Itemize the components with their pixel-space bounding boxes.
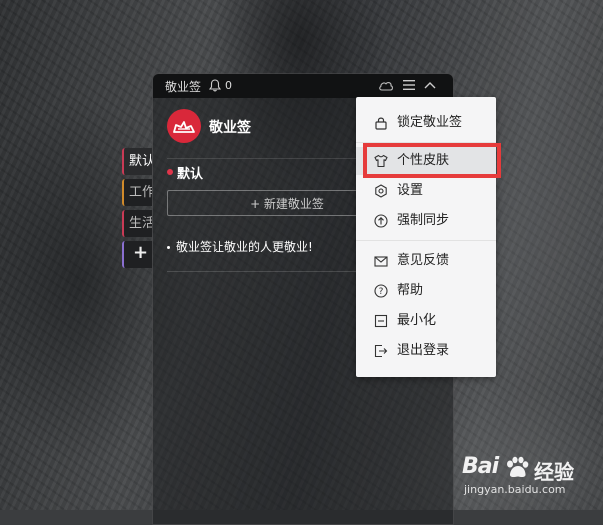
menu-item-help[interactable]: ? 帮助 xyxy=(356,277,496,305)
title-bar: 敬业签 0 xyxy=(153,74,453,98)
menu-item-lock[interactable]: 锁定敬业签 xyxy=(356,109,496,137)
watermark-brand: Bai xyxy=(462,454,499,479)
menu-item-label: 锁定敬业签 xyxy=(397,115,463,130)
menu-item-label: 退出登录 xyxy=(397,343,450,358)
menu-item-label: 最小化 xyxy=(397,313,437,328)
menu-item-label: 意见反馈 xyxy=(397,253,450,268)
gear-icon xyxy=(375,184,387,198)
add-category-label: + xyxy=(133,242,149,263)
menu-item-label: 强制同步 xyxy=(397,213,450,228)
app-logo xyxy=(167,109,201,143)
brand-name: 敬业签 xyxy=(209,120,251,136)
menu-item-logout[interactable]: 退出登录 xyxy=(356,337,496,365)
category-dot xyxy=(167,169,173,175)
sync-up-icon xyxy=(374,214,388,228)
highlight-annotation-box xyxy=(363,143,501,178)
note-text: 敬业签让敬业的人更敬业! xyxy=(176,240,313,254)
side-tab-default[interactable]: 默认 xyxy=(122,148,152,175)
side-tab-life[interactable]: 生活 xyxy=(122,210,152,237)
menu-icon[interactable] xyxy=(403,79,415,91)
category-title: 默认 xyxy=(177,167,204,182)
chevron-up-icon[interactable] xyxy=(424,80,436,90)
note-bullet xyxy=(167,246,170,249)
side-tab-work[interactable]: 工作 xyxy=(122,179,152,206)
help-icon: ? xyxy=(374,284,388,298)
menu-item-sync[interactable]: 强制同步 xyxy=(356,207,496,235)
logo-icon xyxy=(173,121,195,133)
logout-icon xyxy=(374,344,388,358)
side-tab-label: 生活 xyxy=(129,216,152,231)
menu-item-settings[interactable]: 设置 xyxy=(356,177,496,205)
add-category-button[interactable]: + xyxy=(122,241,152,268)
menu-item-label: 帮助 xyxy=(397,283,424,298)
menu-item-feedback[interactable]: 意见反馈 xyxy=(356,247,496,275)
dropdown-menu: 锁定敬业签 个性皮肤 设置 强制同步 意见反馈 ? 帮助 最小化 退出登录 xyxy=(356,97,496,377)
watermark-url: jingyan.baidu.com xyxy=(464,483,566,496)
lock-icon xyxy=(375,117,387,130)
side-tab-label: 工作 xyxy=(129,185,152,200)
svg-text:?: ? xyxy=(379,287,384,297)
mail-icon xyxy=(374,256,388,267)
cloud-sync-icon[interactable] xyxy=(378,79,394,92)
notification-count: 0 xyxy=(225,79,232,92)
minimize-icon xyxy=(374,314,388,328)
side-tab-label: 默认 xyxy=(129,154,152,169)
baidu-jingyan-watermark: Bai 经验 jingyan.baidu.com xyxy=(462,454,592,502)
paw-icon xyxy=(507,456,529,477)
app-title: 敬业签 xyxy=(165,80,202,94)
menu-item-label: 设置 xyxy=(397,183,424,198)
menu-divider xyxy=(356,240,496,241)
bell-icon[interactable] xyxy=(209,79,221,92)
note-item[interactable]: 敬业签让敬业的人更敬业! xyxy=(167,238,313,255)
watermark-cn: 经验 xyxy=(534,460,574,484)
menu-item-minimize[interactable]: 最小化 xyxy=(356,307,496,335)
